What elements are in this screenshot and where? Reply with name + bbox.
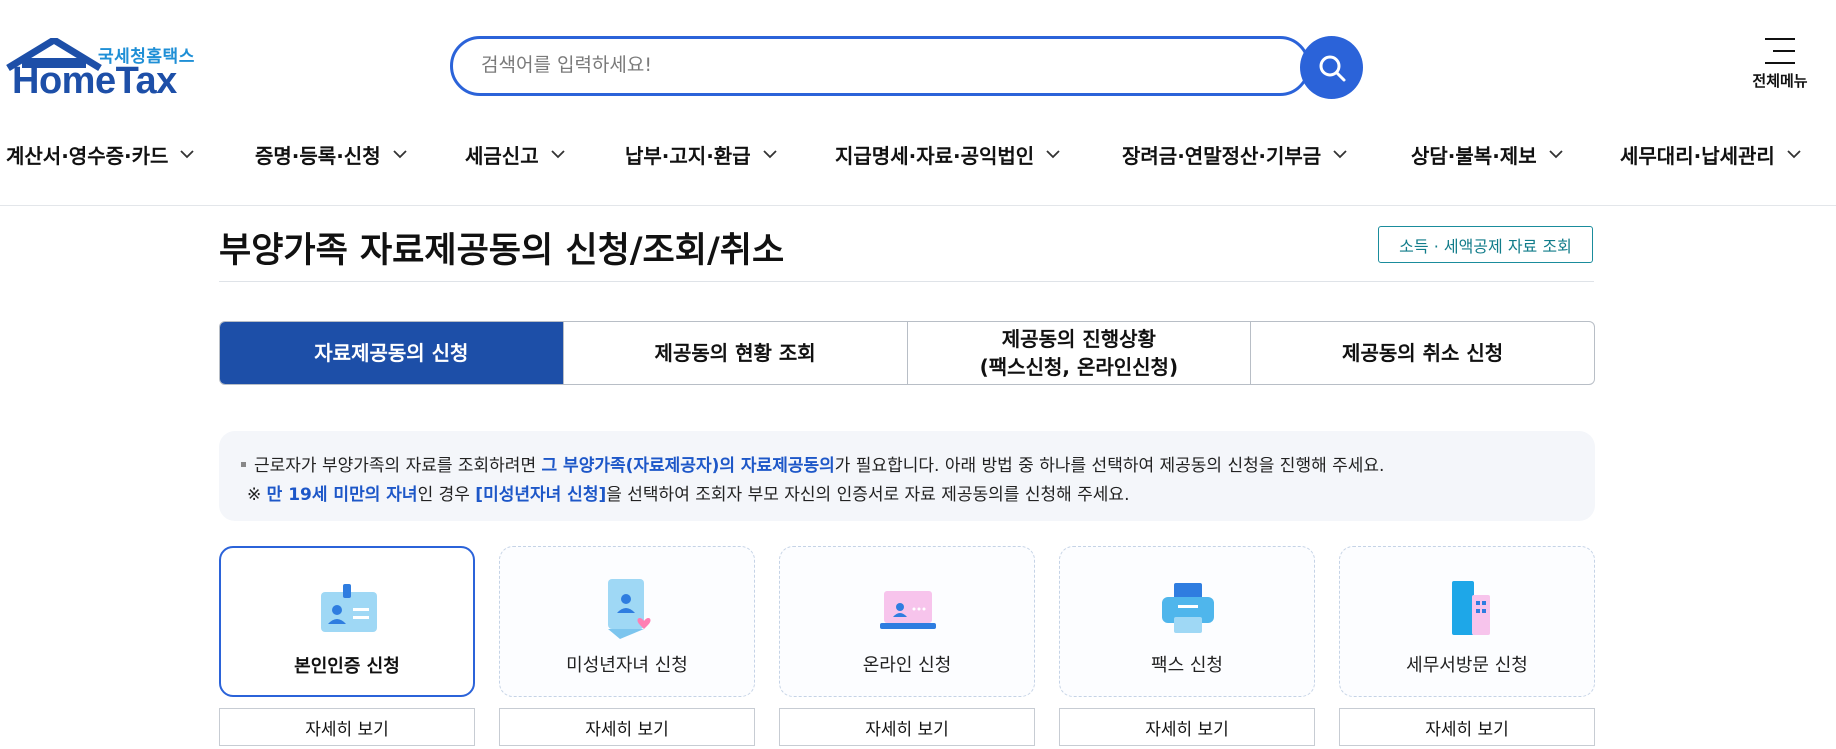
method-label: 온라인 신청: [862, 655, 952, 676]
detail-button-minor-child[interactable]: 자세히 보기: [499, 708, 755, 746]
method-card-minor-child[interactable]: 미성년자녀 신청: [499, 546, 755, 697]
method-label: 미성년자녀 신청: [566, 655, 688, 676]
notice-highlight: [미성년자녀 신청]: [475, 485, 607, 505]
chevron-down-icon: [1548, 150, 1563, 159]
title-divider: [219, 281, 1594, 282]
gnb-item-payment-statements[interactable]: 지급명세·자료·공익법인: [835, 140, 1060, 169]
gnb-label: 상담·불복·제보: [1411, 144, 1537, 168]
chevron-down-icon: [1333, 150, 1347, 159]
page-title: 부양가족 자료제공동의 신청/조회/취소: [219, 231, 785, 271]
notice-highlight: 만 19세 미만의 자녀: [266, 485, 418, 505]
search-button[interactable]: [1300, 36, 1363, 99]
chevron-down-icon: [392, 150, 407, 159]
search-box: [450, 36, 1310, 96]
method-label: 본인인증 신청: [294, 656, 400, 677]
chevron-down-icon: [762, 150, 777, 159]
gnb-item-certificates[interactable]: 증명·등록·신청: [255, 140, 407, 169]
tab-consent-status[interactable]: 제공동의 현황 조회: [562, 322, 907, 384]
gnb-label: 세금신고: [465, 144, 539, 168]
method-card-visit-office[interactable]: 세무서방문 신청: [1339, 546, 1595, 697]
method-label: 팩스 신청: [1151, 655, 1223, 676]
detail-button-visit-office[interactable]: 자세히 보기: [1339, 708, 1595, 746]
building-icon: [1452, 581, 1490, 635]
notice-box: 근로자가 부양가족의 자료를 조회하려면 그 부양가족(자료제공자)의 자료제공…: [219, 431, 1595, 521]
chevron-down-icon: [1046, 150, 1060, 159]
chevron-down-icon: [180, 150, 195, 159]
gnb-item-year-end[interactable]: 장려금·연말정산·기부금: [1122, 140, 1347, 169]
method-card-self-auth[interactable]: 본인인증 신청: [219, 546, 475, 697]
all-menu-label: 전체메뉴: [1752, 72, 1808, 90]
detail-button-self-auth[interactable]: 자세히 보기: [219, 708, 475, 746]
site-header: 국세청홈택스 HomeTax 전체메뉴 계산서·영수증·카드 증명·등록·신청 …: [0, 0, 1836, 206]
gnb-label: 장려금·연말정산·기부금: [1122, 144, 1322, 168]
logo-english-text: HomeTax: [12, 60, 177, 102]
tab-bar: 자료제공동의 신청 제공동의 현황 조회 제공동의 진행상황 (팩스신청, 온라…: [219, 321, 1595, 385]
hamburger-icon: [1765, 38, 1795, 64]
notice-line-1: 근로자가 부양가족의 자료를 조회하려면 그 부양가족(자료제공자)의 자료제공…: [241, 451, 1573, 480]
bullet-icon: [241, 461, 246, 467]
gnb-item-receipts[interactable]: 계산서·영수증·카드: [6, 140, 195, 169]
notice-text: 가 필요합니다. 아래 방법 중 하나를 선택하여 제공동의 신청을 진행해 주…: [834, 456, 1385, 476]
fax-icon: [1162, 583, 1214, 633]
gnb-label: 세무대리·납세관리: [1620, 144, 1775, 168]
tab-consent-progress[interactable]: 제공동의 진행상황 (팩스신청, 온라인신청): [906, 322, 1251, 384]
id-card-icon: [321, 584, 377, 632]
hometax-logo[interactable]: 국세청홈택스 HomeTax: [6, 38, 196, 102]
tab-consent-apply[interactable]: 자료제공동의 신청: [220, 322, 563, 384]
notice-highlight: 그 부양가족(자료제공자)의 자료제공동의: [541, 456, 835, 476]
notice-text: 을 선택하여 조회자 부모 자신의 인증서로 자료 제공동의를 신청해 주세요.: [606, 485, 1130, 505]
child-heart-icon: [608, 579, 651, 639]
chevron-down-icon: [550, 150, 565, 159]
notice-line-2: ※ 만 19세 미만의 자녀인 경우 [미성년자녀 신청]을 선택하여 조회자 …: [241, 480, 1573, 509]
detail-button-online[interactable]: 자세히 보기: [779, 708, 1035, 746]
gnb-label: 납부·고지·환급: [625, 144, 751, 168]
gnb-label: 지급명세·자료·공익법인: [835, 144, 1035, 168]
method-card-online[interactable]: 온라인 신청: [779, 546, 1035, 697]
method-label: 세무서방문 신청: [1406, 655, 1528, 676]
notice-text: 근로자가 부양가족의 자료를 조회하려면: [254, 456, 542, 476]
notice-text: ※: [247, 485, 267, 505]
search-icon: [1319, 55, 1345, 81]
search-input[interactable]: [479, 53, 1263, 77]
tab-consent-cancel[interactable]: 제공동의 취소 신청: [1250, 322, 1594, 384]
global-nav: 계산서·영수증·카드 증명·등록·신청 세금신고 납부·고지·환급 지급명세·자…: [0, 140, 1836, 170]
gnb-item-payment[interactable]: 납부·고지·환급: [625, 140, 777, 169]
method-card-fax[interactable]: 팩스 신청: [1059, 546, 1315, 697]
notice-text: 인 경우: [417, 485, 476, 505]
laptop-icon: [880, 591, 936, 629]
gnb-item-consultation[interactable]: 상담·불복·제보: [1411, 140, 1563, 169]
all-menu-button[interactable]: 전체메뉴: [1740, 34, 1820, 104]
detail-button-fax[interactable]: 자세히 보기: [1059, 708, 1315, 746]
chevron-down-icon: [1787, 150, 1801, 159]
gnb-item-tax-filing[interactable]: 세금신고: [465, 140, 565, 169]
gnb-label: 증명·등록·신청: [255, 144, 381, 168]
gnb-label: 계산서·영수증·카드: [6, 144, 169, 168]
gnb-item-tax-agent[interactable]: 세무대리·납세관리: [1620, 140, 1801, 169]
income-deduction-lookup-button[interactable]: 소득 · 세액공제 자료 조회: [1378, 226, 1593, 263]
